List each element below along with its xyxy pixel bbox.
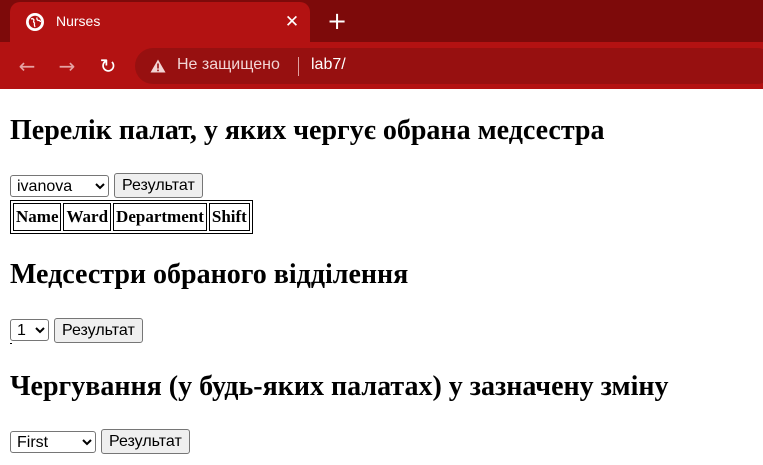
empty-result-marker <box>10 343 12 344</box>
section-title-shift-duty: Чергування (у будь-яких палатах) у зазна… <box>10 371 669 402</box>
browser-tab[interactable]: Nurses ✕ <box>10 2 310 42</box>
nurse-select[interactable]: ivanova <box>10 175 109 197</box>
address-divider <box>298 57 299 76</box>
browser-toolbar: ← → ↻ Не защищено lab7/ <box>0 42 763 89</box>
forward-arrow-icon[interactable]: → <box>52 51 82 81</box>
url-text[interactable]: lab7/ <box>311 56 346 74</box>
section-title-nurse-wards: Перелік палат, у яких чергує обрана медс… <box>10 115 605 146</box>
table-header-row: Name Ward Department Shift <box>13 203 250 231</box>
new-tab-icon[interactable]: + <box>322 8 352 34</box>
department-result-button[interactable]: Результат <box>54 318 143 343</box>
column-header-name: Name <box>13 203 62 231</box>
shift-result-button[interactable]: Результат <box>101 429 190 454</box>
column-header-ward: Ward <box>63 203 112 231</box>
reload-icon[interactable]: ↻ <box>93 51 123 81</box>
back-arrow-icon[interactable]: ← <box>12 51 42 81</box>
warning-icon[interactable] <box>150 59 166 73</box>
page-content: Перелік палат, у яких чергує обрана медс… <box>0 89 763 465</box>
tab-title: Nurses <box>56 13 101 29</box>
section-title-department-nurses: Медсестри обраного відділення <box>10 259 409 290</box>
result-table: Name Ward Department Shift <box>10 200 253 234</box>
column-header-shift: Shift <box>208 203 250 231</box>
nurse-result-button[interactable]: Результат <box>114 173 203 198</box>
tab-strip: Nurses ✕ + <box>0 0 763 42</box>
department-select[interactable]: 1 <box>10 319 49 341</box>
close-tab-icon[interactable]: ✕ <box>280 10 304 34</box>
address-bar[interactable]: Не защищено lab7/ <box>135 48 763 84</box>
security-status[interactable]: Не защищено <box>177 56 280 74</box>
shift-select[interactable]: First <box>10 431 96 453</box>
column-header-department: Department <box>113 203 207 231</box>
globe-icon <box>26 13 44 31</box>
browser-chrome: Nurses ✕ + ← → ↻ Не защищено lab7/ <box>0 0 763 89</box>
